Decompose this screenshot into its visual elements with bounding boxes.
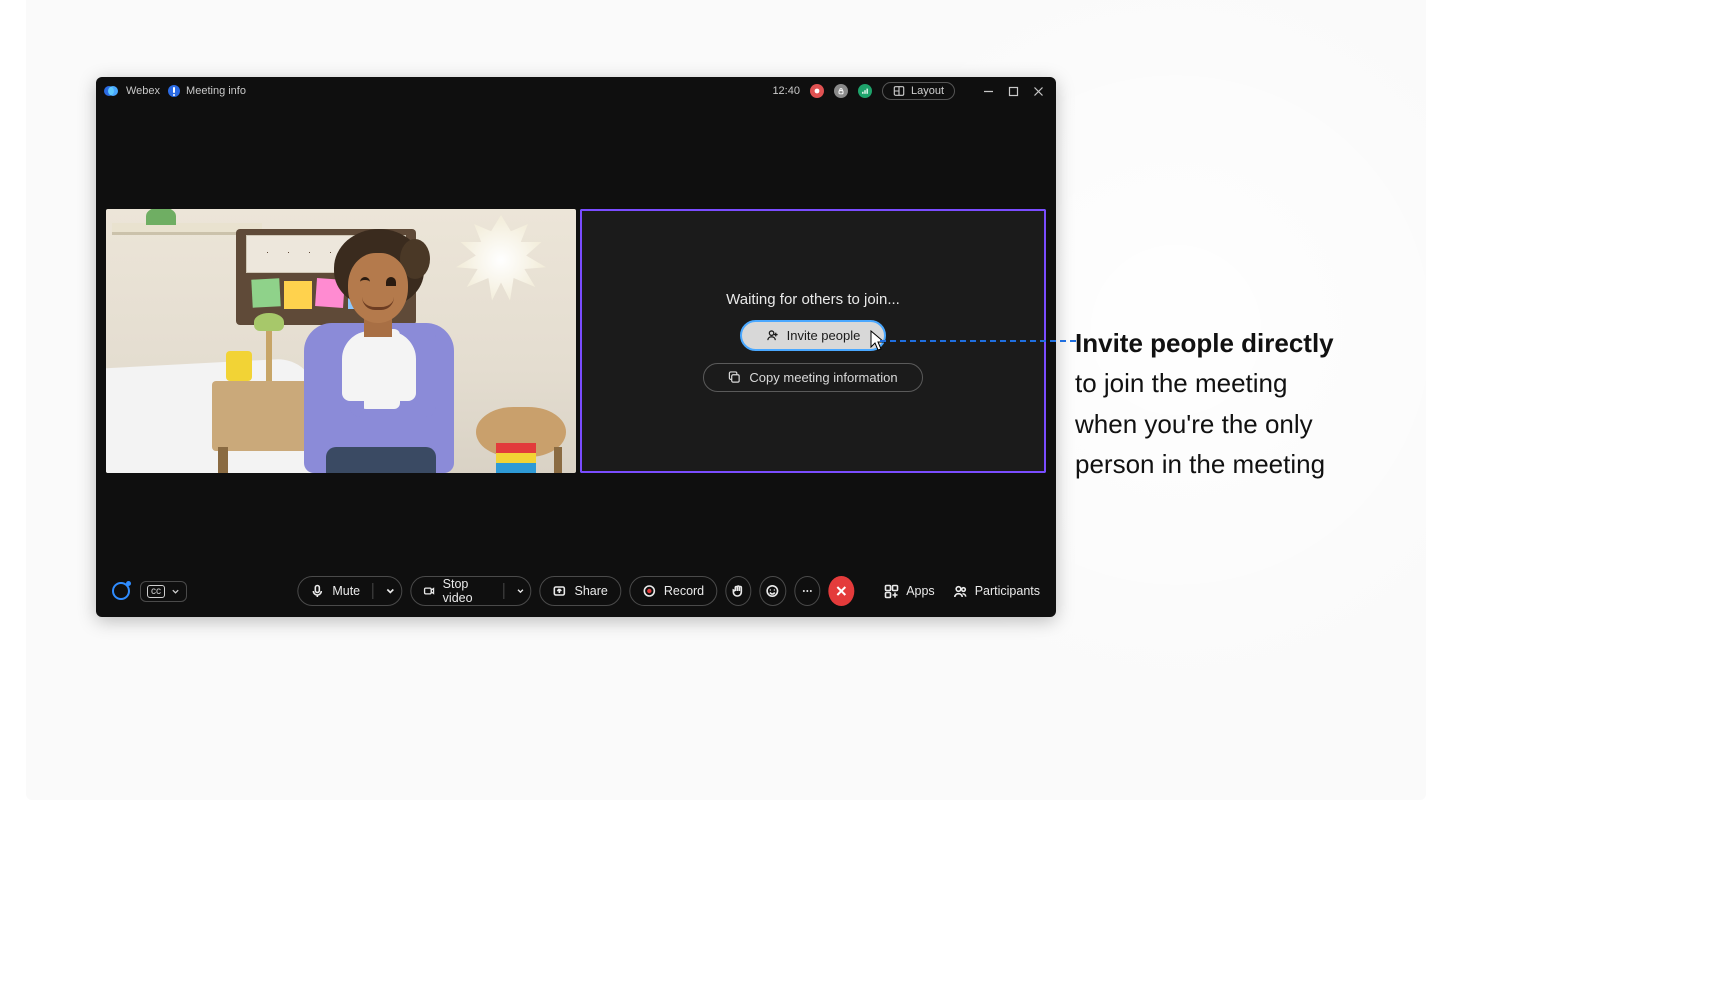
- stop-video-label: Stop video: [443, 577, 492, 605]
- layout-label: Layout: [911, 85, 944, 97]
- stop-video-button[interactable]: Stop video: [410, 576, 531, 606]
- close-icon: [836, 585, 848, 597]
- participants-label: Participants: [975, 584, 1040, 598]
- record-label: Record: [664, 584, 704, 598]
- invite-people-button[interactable]: Invite people: [740, 320, 887, 351]
- meeting-info-button[interactable]: Meeting info: [168, 85, 246, 97]
- apps-label: Apps: [906, 584, 935, 598]
- titlebar: Webex Meeting info 12:40: [96, 77, 1056, 105]
- more-options-button[interactable]: [794, 576, 820, 606]
- invite-label: Invite people: [787, 328, 861, 343]
- chevron-down-icon[interactable]: [516, 586, 524, 596]
- annotation-line2: when you're the only: [1075, 409, 1313, 439]
- share-label: Share: [574, 584, 607, 598]
- copy-label: Copy meeting information: [749, 370, 897, 385]
- reactions-button[interactable]: [760, 576, 786, 606]
- annotation-connector: [880, 340, 1076, 342]
- smile-icon: [766, 584, 780, 598]
- microphone-icon: [310, 584, 324, 598]
- self-video-placeholder: [106, 209, 576, 473]
- waiting-message: Waiting for others to join...: [726, 291, 900, 308]
- clock-time: 12:40: [772, 85, 800, 97]
- meeting-info-label: Meeting info: [186, 85, 246, 97]
- end-call-button[interactable]: [829, 576, 855, 606]
- meeting-toolbar: cc Mute Stop video: [96, 565, 1056, 617]
- chevron-down-icon: [171, 587, 180, 596]
- annotation-line3: person in the meeting: [1075, 449, 1325, 479]
- camera-icon: [423, 584, 435, 598]
- share-button[interactable]: Share: [539, 576, 620, 606]
- assistant-icon[interactable]: [112, 582, 130, 600]
- recording-indicator-icon[interactable]: [810, 84, 824, 98]
- closed-captions-button[interactable]: cc: [140, 581, 187, 602]
- window-maximize-button[interactable]: [1008, 86, 1019, 97]
- annotation-text: Invite people directly to join the meeti…: [1075, 323, 1375, 484]
- apps-button[interactable]: Apps: [884, 584, 935, 599]
- canvas-background: Webex Meeting info 12:40: [26, 0, 1426, 800]
- record-button[interactable]: Record: [629, 576, 717, 606]
- participants-icon: [953, 584, 968, 599]
- ellipsis-icon: [800, 584, 814, 598]
- window-close-button[interactable]: [1033, 86, 1044, 97]
- record-icon: [642, 584, 656, 598]
- annotation-line1: to join the meeting: [1075, 368, 1287, 398]
- webex-meeting-window: Webex Meeting info 12:40: [96, 77, 1056, 617]
- window-minimize-button[interactable]: [983, 86, 994, 97]
- mute-button[interactable]: Mute: [297, 576, 402, 606]
- chevron-down-icon[interactable]: [385, 586, 395, 596]
- hand-icon: [731, 584, 745, 598]
- participants-button[interactable]: Participants: [953, 584, 1040, 599]
- lock-indicator-icon[interactable]: [834, 84, 848, 98]
- mute-label: Mute: [332, 584, 360, 598]
- network-quality-icon[interactable]: [858, 84, 872, 98]
- apps-icon: [884, 584, 899, 599]
- layout-button[interactable]: Layout: [882, 82, 955, 100]
- app-name: Webex: [126, 85, 160, 97]
- self-video-tile[interactable]: [106, 209, 576, 473]
- info-icon: [168, 85, 180, 97]
- annotation-bold: Invite people directly: [1075, 328, 1334, 358]
- raise-hand-button[interactable]: [725, 576, 751, 606]
- cc-icon: cc: [147, 585, 165, 598]
- share-icon: [552, 584, 566, 598]
- webex-logo-icon: [104, 84, 118, 98]
- copy-meeting-info-button[interactable]: Copy meeting information: [703, 363, 922, 392]
